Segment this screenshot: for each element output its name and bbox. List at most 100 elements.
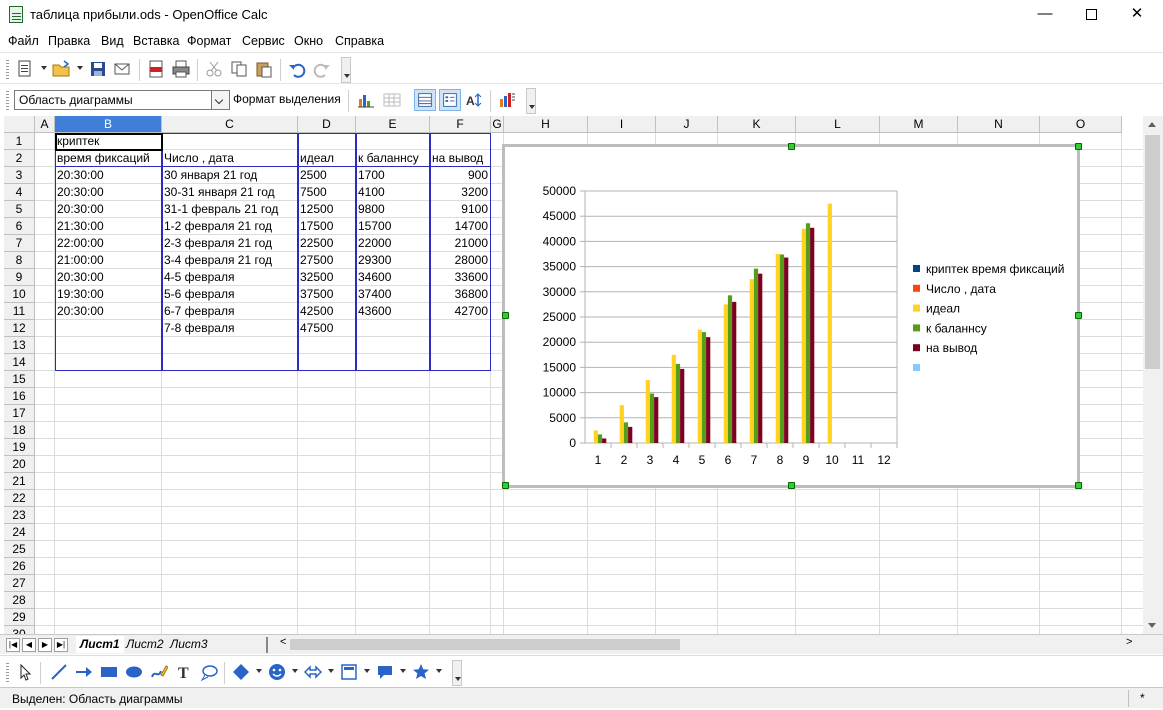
block-arrows-dropdown-icon[interactable] [328,669,334,673]
row-header-11[interactable]: 11 [4,303,35,320]
column-header-e[interactable]: E [356,116,430,133]
row-header-5[interactable]: 5 [4,201,35,218]
cell-c7[interactable]: 2-3 февраля 21 год [162,235,297,252]
sheet-tab-1[interactable]: Лист1 [76,636,124,653]
row-header-10[interactable]: 10 [4,286,35,303]
cell-b3[interactable]: 20:30:00 [55,167,161,184]
cell-d3[interactable]: 2500 [298,167,355,184]
column-header-d[interactable]: D [298,116,356,133]
callouts-icon[interactable] [376,663,394,681]
menu-view[interactable]: Вид [101,34,124,48]
cell-b6[interactable]: 21:30:00 [55,218,161,235]
menu-insert[interactable]: Вставка [133,34,179,48]
toolbar-overflow-button[interactable] [526,88,536,114]
cell-b11[interactable]: 20:30:00 [55,303,161,320]
row-header-2[interactable]: 2 [4,150,35,167]
cell-d9[interactable]: 32500 [298,269,355,286]
cell-f9[interactable]: 33600 [430,269,490,286]
scroll-right-icon[interactable]: > [1126,636,1132,648]
close-button[interactable]: ✕ [1114,0,1160,30]
cell-d12[interactable]: 47500 [298,320,355,337]
cell-d5[interactable]: 12500 [298,201,355,218]
cell-f8[interactable]: 28000 [430,252,490,269]
cell-b7[interactable]: 22:00:00 [55,235,161,252]
row-header-9[interactable]: 9 [4,269,35,286]
row-header-21[interactable]: 21 [4,473,35,490]
row-header-6[interactable]: 6 [4,218,35,235]
menu-format[interactable]: Формат [187,34,231,48]
stars-dropdown-icon[interactable] [436,669,442,673]
column-header-l[interactable]: L [796,116,880,133]
legend-toggle-icon[interactable] [439,89,461,111]
row-header-28[interactable]: 28 [4,592,35,609]
cell-e11[interactable]: 43600 [356,303,429,320]
chart-object[interactable]: 0 5000 10000 15000 20000 25000 30000 35000 40000… [502,144,1080,488]
cell-b1[interactable]: криптек [55,133,160,150]
scale-text-icon[interactable]: A [466,91,484,109]
cell-e5[interactable]: 9800 [356,201,429,218]
resize-handle-left[interactable] [502,312,509,319]
cell-e8[interactable]: 29300 [356,252,429,269]
resize-handle-right[interactable] [1075,312,1082,319]
menu-tools[interactable]: Сервис [242,34,285,48]
column-header-g[interactable]: G [491,116,504,133]
toolbar-overflow-button[interactable] [452,660,462,686]
document-modified-indicator[interactable]: * [1140,691,1145,705]
column-header-m[interactable]: M [880,116,958,133]
symbol-shapes-dropdown-icon[interactable] [292,669,298,673]
horizontal-grid-icon[interactable] [414,89,436,111]
vertical-scroll-thumb[interactable] [1145,135,1160,369]
export-pdf-icon[interactable] [147,60,165,78]
row-header-1[interactable]: 1 [4,133,35,150]
column-header-c[interactable]: C [162,116,298,133]
row-header-8[interactable]: 8 [4,252,35,269]
undo-icon[interactable] [288,60,306,78]
ellipse-icon[interactable] [125,663,143,681]
row-header-25[interactable]: 25 [4,541,35,558]
menu-window[interactable]: Окно [294,34,323,48]
row-header-7[interactable]: 7 [4,235,35,252]
scroll-left-icon[interactable]: < [280,636,286,648]
row-header-23[interactable]: 23 [4,507,35,524]
cell-f5[interactable]: 9100 [430,201,490,218]
callout-icon[interactable] [200,663,218,681]
row-header-4[interactable]: 4 [4,184,35,201]
row-header-17[interactable]: 17 [4,405,35,422]
cell-c9[interactable]: 4-5 февраля [162,269,297,286]
column-header-b[interactable]: B [55,116,162,133]
cell-f4[interactable]: 3200 [430,184,490,201]
cell-f11[interactable]: 42700 [430,303,490,320]
last-sheet-icon[interactable]: ▶| [54,638,68,652]
select-all-corner[interactable] [4,116,35,133]
resize-handle-top[interactable] [788,143,795,150]
toolbar-overflow-button[interactable] [341,57,351,83]
row-header-18[interactable]: 18 [4,422,35,439]
cell-b4[interactable]: 20:30:00 [55,184,161,201]
column-header-h[interactable]: H [504,116,588,133]
next-sheet-icon[interactable]: ▶ [38,638,52,652]
open-folder-icon[interactable] [52,60,70,78]
resize-handle-bottom-right[interactable] [1075,482,1082,489]
line-icon[interactable] [50,663,68,681]
chevron-down-icon[interactable] [211,91,229,109]
resize-handle-bottom[interactable] [788,482,795,489]
cell-e3[interactable]: 1700 [356,167,429,184]
cell-e4[interactable]: 4100 [356,184,429,201]
cell-c10[interactable]: 5-6 февраля [162,286,297,303]
menu-edit[interactable]: Правка [48,34,90,48]
line-arrow-icon[interactable] [75,663,93,681]
email-icon[interactable] [114,60,132,78]
toolbar-grip[interactable] [6,662,9,682]
row-header-14[interactable]: 14 [4,354,35,371]
cell-f3[interactable]: 900 [430,167,490,184]
print-icon[interactable] [172,60,190,78]
stars-icon[interactable] [412,663,430,681]
text-tool-icon[interactable]: T [175,663,193,681]
chart-canvas[interactable]: 0 5000 10000 15000 20000 25000 30000 35000 40000… [505,147,1077,485]
prev-sheet-icon[interactable]: ◀ [22,638,36,652]
column-header-n[interactable]: N [958,116,1040,133]
cell-e6[interactable]: 15700 [356,218,429,235]
column-header-i[interactable]: I [588,116,656,133]
cell-f2[interactable]: на вывод [430,150,490,167]
resize-handle-bottom-left[interactable] [502,482,509,489]
